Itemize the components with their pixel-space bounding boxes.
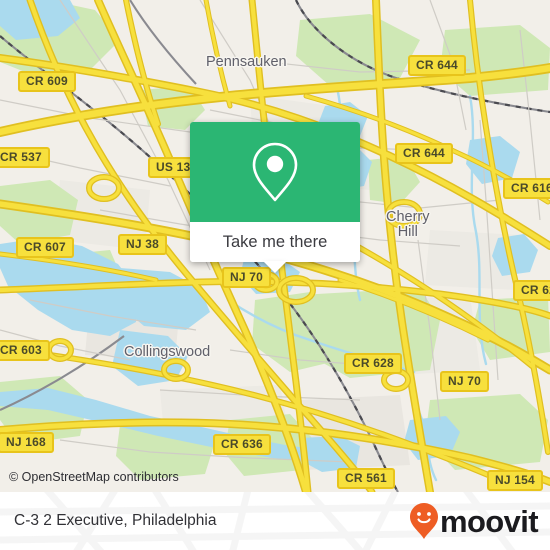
road-shield-cr-644[interactable]: CR 644 [408,55,466,76]
road-shield-cr-609[interactable]: CR 609 [18,71,76,92]
map-screenshot-root: Pennsauken Cherry Hill Collingswood CR 6… [0,0,550,550]
popup-card-header [190,122,360,222]
location-popup-card[interactable]: Take me there [190,122,360,273]
road-shield-cr-644-south[interactable]: CR 644 [395,143,453,164]
moovit-wordmark: moovit [439,503,539,539]
take-me-there-button[interactable]: Take me there [190,222,360,262]
road-shield-cr-626[interactable]: CR 626 [513,280,550,301]
road-shield-cr-616[interactable]: CR 616 [503,178,550,199]
moovit-logo[interactable]: moovit [409,502,539,540]
road-shield-cr-603[interactable]: CR 603 [0,340,50,361]
road-shield-nj-168[interactable]: NJ 168 [0,432,54,453]
osm-attribution[interactable]: © OpenStreetMap contributors [9,470,179,484]
road-shield-nj-70-east[interactable]: NJ 70 [440,371,490,392]
moovit-smiley-pin-icon [409,503,438,539]
footer-bar: C-3 2 Executive, Philadelphia moovit [0,492,550,550]
road-shield-cr-537[interactable]: CR 537 [0,147,50,168]
road-shield-cr-607[interactable]: CR 607 [16,237,74,258]
location-title: C-3 2 Executive, Philadelphia [14,512,217,529]
road-shield-nj-154[interactable]: NJ 154 [487,470,543,491]
road-shield-nj-38[interactable]: NJ 38 [118,234,168,255]
map-pin-icon [252,142,298,202]
road-shield-cr-561[interactable]: CR 561 [337,468,395,489]
road-shield-cr-636[interactable]: CR 636 [213,434,271,455]
popup-card-pointer [263,261,287,273]
road-shield-cr-628[interactable]: CR 628 [344,353,402,374]
